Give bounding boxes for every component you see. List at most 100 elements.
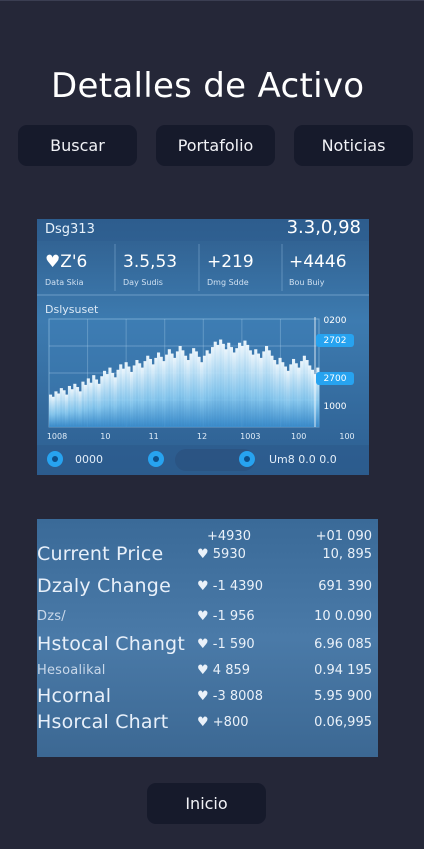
stat-label: Day Sudis	[123, 278, 163, 287]
table-row-value-2: 10 0.090	[314, 609, 372, 624]
table-row-label: Hsorcal Chart	[37, 711, 169, 733]
series-bar	[251, 354, 255, 427]
stat-label: Dmg Sdde	[207, 278, 249, 287]
table-row: Hsorcal Chart ♥ +800 0.06,995	[37, 711, 378, 737]
table-row-label: Hcornal	[37, 685, 112, 707]
series-bar	[238, 342, 242, 427]
series-bar	[97, 383, 101, 427]
series-bar	[135, 360, 139, 427]
series-bar	[111, 373, 115, 427]
series-bar	[184, 355, 188, 427]
x-axis-label: 10	[100, 432, 110, 441]
series-bar	[108, 367, 112, 427]
series-bar	[254, 349, 258, 427]
chart-right-labels: 0200 2702 2700 1000	[316, 316, 354, 412]
series-bar	[178, 346, 182, 427]
series-bar	[186, 360, 190, 427]
x-axis-label: 100	[339, 432, 354, 441]
series-bar	[86, 378, 90, 427]
table-row: Hstocal Changt ♥ -1 590 6.96 085	[37, 633, 378, 659]
table-row: Hcornal ♥ -3 8008 5.95 900	[37, 685, 378, 711]
series-bar	[138, 363, 142, 427]
series-bar	[300, 361, 304, 427]
chart-footer-dot-1-inner	[52, 456, 58, 462]
chart-section-label: Dslysuset	[45, 303, 99, 316]
series-bar	[281, 362, 285, 427]
stat-value: ♥Z'6	[45, 252, 87, 272]
table-row-value-1: ♥ +800	[197, 715, 249, 730]
series-bar	[73, 383, 77, 427]
noticias-button[interactable]: Noticias	[294, 125, 413, 166]
price-axis-label: 2702	[324, 336, 347, 346]
series-bar	[240, 346, 244, 427]
series-bar	[305, 360, 309, 427]
series-bar	[292, 358, 296, 427]
chart-footer-dot-3-inner	[244, 456, 250, 462]
series-bar	[259, 357, 263, 427]
table-row-value-1: ♥ -1 590	[197, 637, 255, 652]
series-bar	[310, 369, 314, 427]
series-bar	[159, 356, 163, 427]
series-bar	[65, 394, 69, 427]
series-bar	[127, 366, 131, 427]
series-bar	[103, 370, 107, 427]
series-bar	[194, 351, 198, 427]
x-axis-label: 1008	[47, 432, 67, 441]
table-row-value-1: ♥ 5930	[197, 547, 246, 562]
series-bar	[227, 342, 231, 427]
table-row: Current Price ♥ 5930 10, 895	[37, 543, 378, 569]
buscar-button[interactable]: Buscar	[18, 125, 137, 166]
series-bar	[297, 367, 301, 427]
chart-footer-dot-2-inner	[153, 456, 159, 462]
price-chart: Dsg313 3.3,0,98 ♥Z'6 Data Skia 3.5,53 Day S…	[37, 219, 369, 475]
series-bar	[92, 375, 96, 427]
x-axis-label: 11	[149, 432, 159, 441]
portafolio-button[interactable]: Portafolio	[156, 125, 275, 166]
series-bar	[70, 389, 74, 427]
table-row-label: Dzs/	[37, 609, 66, 624]
page-title: Detalles de Activo	[51, 66, 365, 106]
series-bar	[267, 350, 271, 427]
chart-top-left-label: Dsg313	[45, 222, 95, 237]
series-bar	[224, 349, 228, 427]
table-row-label: Current Price	[37, 543, 164, 565]
table-row-value-1: ♥ 4 859	[197, 663, 251, 678]
series-bar	[211, 347, 215, 427]
series-bar	[105, 374, 109, 427]
series-bar	[67, 385, 71, 427]
series-bar	[205, 350, 209, 427]
series-bar	[81, 381, 85, 427]
series-bar	[157, 352, 161, 427]
table-row-value-2: 0.94 195	[314, 663, 372, 678]
series-bar	[116, 369, 120, 427]
series-bar	[265, 346, 269, 427]
series-bar	[248, 350, 252, 427]
series-bar	[173, 357, 177, 427]
series-bar	[213, 341, 217, 427]
series-bar	[278, 357, 282, 427]
series-bar	[283, 366, 287, 427]
series-bar	[154, 357, 158, 427]
series-bar	[76, 387, 80, 427]
series-bar	[167, 349, 171, 427]
table-row-value-1: ♥ -1 956	[197, 609, 255, 624]
inicio-button[interactable]: Inicio	[147, 783, 266, 824]
series-bar	[308, 365, 312, 427]
series-bar	[302, 355, 306, 427]
series-bar	[119, 364, 123, 427]
series-bar	[100, 376, 104, 427]
series-bar	[189, 353, 193, 427]
chart-stats-row: ♥Z'6 Data Skia 3.5,53 Day Sudis +219 Dmg Sdde…	[45, 252, 347, 287]
series-bar	[270, 355, 274, 427]
table-row-value-2: 5.95 900	[314, 689, 372, 704]
series-bar	[275, 364, 279, 427]
series-bar	[229, 347, 233, 427]
table-row-label: Hesoalikal	[37, 663, 106, 678]
table-row: Dzs/ ♥ -1 956 10 0.090	[37, 605, 378, 631]
table-header-value-1: +4930	[207, 529, 251, 544]
series-bar	[121, 368, 125, 427]
series-bar	[78, 391, 82, 427]
series-bar	[151, 364, 155, 427]
chart-x-labels: 1008 10 11 12 1003 100 100	[47, 432, 355, 441]
price-axis-label: 2700	[324, 374, 347, 384]
